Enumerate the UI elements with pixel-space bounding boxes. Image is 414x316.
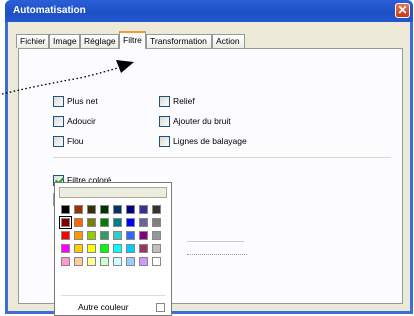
title-bar[interactable]: Automatisation ✕ <box>5 0 413 22</box>
color-swatch[interactable] <box>87 231 96 240</box>
slider-ticks <box>187 254 247 256</box>
tab-reglage[interactable]: Réglage <box>80 34 119 48</box>
color-swatch[interactable] <box>139 218 148 227</box>
color-swatch[interactable] <box>61 205 70 214</box>
color-swatch[interactable] <box>74 244 83 253</box>
adoucir-label: Adoucir <box>67 116 96 126</box>
color-swatch[interactable] <box>61 231 70 240</box>
autre-couleur-label[interactable]: Autre couleur <box>78 302 129 312</box>
tab-image[interactable]: Image <box>49 34 80 48</box>
color-swatch[interactable] <box>152 257 161 266</box>
color-swatch[interactable] <box>126 218 135 227</box>
palette-divider <box>61 295 165 296</box>
tab-transformation[interactable]: Transformation <box>146 34 212 48</box>
color-swatch[interactable] <box>100 244 109 253</box>
color-swatch[interactable] <box>152 244 161 253</box>
automatisation-window: Automatisation ✕ Fichier Image Réglage F… <box>5 0 413 316</box>
tab-filtre[interactable]: Filtre <box>119 31 146 49</box>
color-swatch[interactable] <box>152 205 161 214</box>
close-button[interactable]: ✕ <box>395 3 410 18</box>
color-swatch[interactable] <box>74 231 83 240</box>
autre-couleur-swatch[interactable] <box>156 303 165 312</box>
color-swatch[interactable] <box>100 231 109 240</box>
color-swatch[interactable] <box>113 244 122 253</box>
color-swatch[interactable] <box>139 231 148 240</box>
lignes-de-balayage-label: Lignes de balayage <box>173 136 247 146</box>
color-swatch[interactable] <box>113 257 122 266</box>
plus-net-checkbox[interactable] <box>53 96 64 107</box>
color-swatch[interactable] <box>74 218 83 227</box>
color-swatch[interactable] <box>74 257 83 266</box>
tab-action[interactable]: Action <box>212 34 245 48</box>
color-swatch[interactable] <box>113 231 122 240</box>
relief-label: Relief <box>173 96 195 106</box>
adoucir-checkbox[interactable] <box>53 116 64 127</box>
color-swatch[interactable] <box>100 218 109 227</box>
color-swatch[interactable] <box>87 218 96 227</box>
flou-label: Flou <box>67 136 84 146</box>
color-swatch[interactable] <box>126 231 135 240</box>
color-swatch[interactable] <box>61 244 70 253</box>
close-icon: ✕ <box>397 3 408 17</box>
color-swatch[interactable] <box>113 218 122 227</box>
color-swatch[interactable] <box>152 231 161 240</box>
flou-checkbox[interactable] <box>53 136 64 147</box>
ajouter-du-bruit-checkbox[interactable] <box>159 116 170 127</box>
relief-checkbox[interactable] <box>159 96 170 107</box>
lignes-de-balayage-checkbox[interactable] <box>159 136 170 147</box>
color-swatch[interactable] <box>139 257 148 266</box>
window-title: Automatisation <box>13 5 86 16</box>
separator <box>53 157 391 158</box>
color-swatch[interactable] <box>87 205 96 214</box>
slider-track <box>187 241 244 242</box>
dialog-body: Fichier Image Réglage Filtre Transformat… <box>8 22 410 316</box>
palette-header <box>59 187 167 198</box>
color-swatch[interactable] <box>139 205 148 214</box>
color-swatch[interactable] <box>100 257 109 266</box>
color-swatch[interactable] <box>126 257 135 266</box>
color-swatch[interactable] <box>87 244 96 253</box>
color-swatch[interactable] <box>152 218 161 227</box>
tab-fichier[interactable]: Fichier <box>16 34 49 48</box>
color-swatch[interactable] <box>139 244 148 253</box>
color-swatch[interactable] <box>113 205 122 214</box>
color-swatch[interactable] <box>61 257 70 266</box>
color-swatch[interactable] <box>126 244 135 253</box>
color-swatch[interactable] <box>59 216 72 229</box>
color-palette-popup: Autre couleur <box>54 182 172 316</box>
color-swatch[interactable] <box>126 205 135 214</box>
color-swatch[interactable] <box>100 205 109 214</box>
plus-net-label: Plus net <box>67 96 98 106</box>
ajouter-du-bruit-label: Ajouter du bruit <box>173 116 231 126</box>
color-swatch[interactable] <box>87 257 96 266</box>
color-swatch[interactable] <box>74 205 83 214</box>
